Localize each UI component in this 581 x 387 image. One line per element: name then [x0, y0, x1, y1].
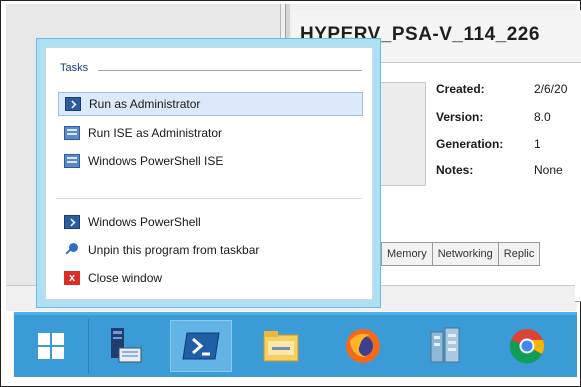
taskbar-powershell[interactable] — [170, 320, 232, 372]
notes-value: None — [534, 163, 563, 177]
server-manager-icon — [111, 328, 142, 363]
jump-item-label: Close window — [88, 271, 163, 285]
tasks-section-header: Tasks — [60, 62, 89, 74]
jump-item-unpin-from-taskbar[interactable]: Unpin this program from taskbar — [58, 238, 363, 262]
notes-label: Notes: — [436, 163, 474, 177]
start-button[interactable] — [20, 320, 82, 372]
jump-item-run-as-administrator[interactable]: Run as Administrator — [58, 92, 363, 116]
jump-item-label: Run as Administrator — [89, 97, 201, 111]
taskbar — [14, 312, 577, 377]
generation-value: 1 — [534, 137, 541, 151]
jump-list-separator — [56, 198, 362, 199]
jump-item-run-ise-as-administrator[interactable]: Run ISE as Administrator — [58, 121, 363, 145]
created-value: 2/6/20 — [534, 82, 568, 96]
taskbar-file-explorer[interactable] — [250, 320, 312, 372]
firefox-icon — [346, 329, 380, 363]
version-value: 8.0 — [534, 110, 551, 124]
tasks-header-divider — [98, 70, 362, 71]
vm-details-tabs: Memory Networking Replic — [381, 242, 541, 266]
created-label: Created: — [436, 82, 485, 96]
taskbar-firefox[interactable] — [332, 320, 394, 372]
powershell-ise-icon — [64, 126, 80, 140]
taskbar-chrome[interactable] — [496, 320, 558, 372]
powershell-icon — [182, 332, 220, 360]
hyperv-manager-icon — [430, 327, 460, 363]
version-label: Version: — [436, 110, 484, 124]
jump-item-label: Windows PowerShell — [88, 215, 201, 229]
powershell-icon — [64, 215, 80, 229]
chrome-icon — [509, 329, 545, 364]
jump-item-label: Run ISE as Administrator — [88, 126, 223, 140]
close-icon: x — [64, 271, 80, 285]
powershell-icon — [65, 97, 81, 111]
jump-item-label: Windows PowerShell ISE — [88, 154, 224, 168]
jump-item-label: Unpin this program from taskbar — [88, 243, 260, 257]
tab-memory[interactable]: Memory — [381, 242, 433, 266]
tab-networking[interactable]: Networking — [432, 242, 499, 266]
unpin-icon — [64, 243, 80, 257]
jump-item-powershell-ise[interactable]: Windows PowerShell ISE — [58, 149, 363, 173]
generation-label: Generation: — [436, 137, 504, 151]
jump-item-close-window[interactable]: x Close window — [58, 266, 363, 290]
powershell-ise-icon — [64, 154, 80, 168]
powershell-jump-list: Tasks Run as Administrator Run ISE as Ad… — [36, 38, 381, 308]
taskbar-server-manager[interactable] — [94, 320, 156, 372]
tab-replication[interactable]: Replic — [498, 242, 541, 266]
jump-item-windows-powershell[interactable]: Windows PowerShell — [58, 210, 363, 234]
windows-start-icon — [38, 333, 64, 359]
taskbar-hyperv-manager[interactable] — [414, 320, 476, 372]
taskbar-divider — [88, 319, 89, 374]
jump-list-body: Tasks Run as Administrator Run ISE as Ad… — [45, 47, 373, 300]
file-explorer-icon — [263, 331, 299, 362]
